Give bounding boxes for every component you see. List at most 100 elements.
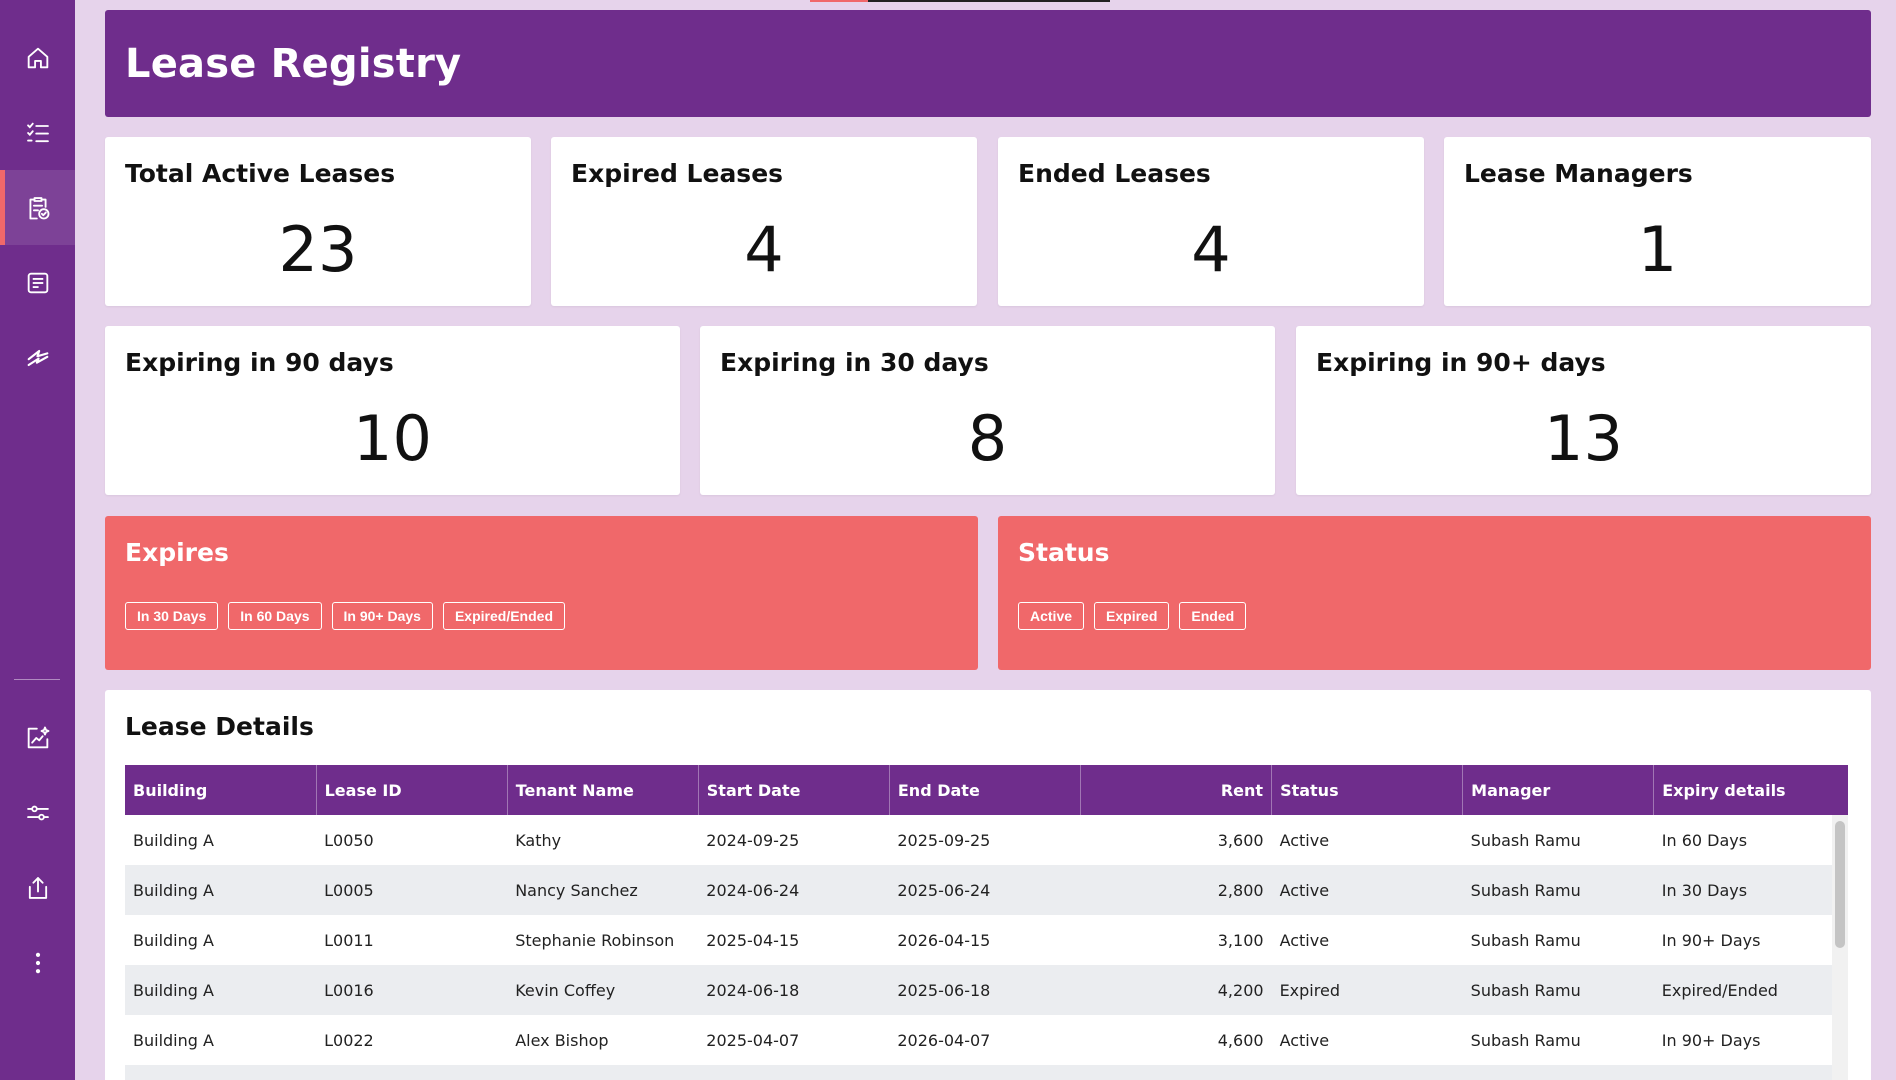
expires-filter-panel: Expires In 30 Days In 60 Days In 90+ Day… <box>105 516 978 670</box>
cell-status: Expired <box>1271 965 1463 1015</box>
cell-status: Active <box>1279 1030 1330 1050</box>
cell-manager: Subash Ramu <box>1462 865 1654 915</box>
table-row[interactable]: Building A L0050 Kathy 2024-09-25 2025-09-25… <box>125 815 1848 865</box>
cell-rent: 2,800 <box>1080 865 1272 915</box>
table-row[interactable]: Building A L0011 Stephanie Robinson 2025-04… <box>125 915 1848 965</box>
column-header-lease-id[interactable]: Lease ID <box>316 765 508 815</box>
chip-expired[interactable]: Expired <box>1094 602 1170 630</box>
cell-manager: Subash Ramu <box>1470 1030 1581 1050</box>
cell-building <box>125 1065 317 1080</box>
table-row[interactable] <box>125 1065 1848 1080</box>
cell-expiry-details: In 30 Days <box>1653 865 1848 915</box>
cell-tenant-name: Stephanie Robinson <box>515 930 675 950</box>
chip-in-60-days[interactable]: In 60 Days <box>228 602 322 630</box>
cell-building: Building A <box>133 1030 214 1050</box>
table-scrollbar-thumb[interactable] <box>1835 821 1845 948</box>
chip-ended[interactable]: Ended <box>1179 602 1247 630</box>
cell-rent: 3,100 <box>1217 930 1264 950</box>
table-row[interactable]: Building A L0005 Nancy Sanchez 2024-06-24 20… <box>125 865 1848 915</box>
document-list-icon <box>27 272 48 293</box>
lease-table: Building Lease ID Tenant Name Start Date… <box>125 765 1848 1080</box>
nav-documents[interactable] <box>0 245 75 320</box>
kpi-value: 13 <box>1544 402 1623 475</box>
kpi-expiring-90-plus-days: Expiring in 90+ days 13 <box>1296 326 1871 495</box>
chip-in-90-plus-days[interactable]: In 90+ Days <box>331 602 433 630</box>
cell-building: Building A <box>133 930 214 950</box>
cell-end-date <box>889 1065 1081 1080</box>
home-icon <box>27 47 48 68</box>
column-header-tenant-name[interactable]: Tenant Name <box>507 765 699 815</box>
cell-rent <box>1080 1065 1272 1080</box>
checklist-icon <box>26 122 49 142</box>
clipboard-check-icon <box>28 196 49 219</box>
column-header-building[interactable]: Building <box>125 765 317 815</box>
cell-building: Building A <box>125 865 317 915</box>
cell-manager: Subash Ramu <box>1462 965 1654 1015</box>
kpi-lease-managers: Lease Managers 1 <box>1444 137 1871 306</box>
cell-manager: Subash Ramu <box>1470 830 1581 850</box>
chip-in-30-days[interactable]: In 30 Days <box>125 602 219 630</box>
expires-filter-title: Expires <box>125 538 229 567</box>
nav-home[interactable] <box>0 20 75 95</box>
kpi-ended-leases: Ended Leases 4 <box>998 137 1424 306</box>
cell-start-date <box>698 1065 890 1080</box>
nav-share[interactable] <box>0 850 75 925</box>
lease-details-title: Lease Details <box>125 712 314 741</box>
column-header-start-date[interactable]: Start Date <box>698 765 890 815</box>
nav-more[interactable] <box>0 925 75 1000</box>
table-row[interactable]: Building A L0022 Alex Bishop 2025-04-07 2026… <box>125 1015 1848 1065</box>
column-header-end-date[interactable]: End Date <box>889 765 1081 815</box>
cell-lease-id: L0005 <box>316 865 508 915</box>
table-row[interactable]: Building A L0016 Kevin Coffey 2024-06-18 202… <box>125 965 1848 1015</box>
cell-expiry-details <box>1653 1065 1848 1080</box>
cell-rent: 3,600 <box>1217 830 1264 850</box>
cell-end-date: 2025-06-18 <box>889 965 1081 1015</box>
nav-leases[interactable] <box>0 170 75 245</box>
status-filter-chips: Active Expired Ended <box>1018 602 1247 630</box>
cell-lease-id <box>316 1065 508 1080</box>
kpi-label: Ended Leases <box>1018 159 1211 188</box>
column-header-manager[interactable]: Manager <box>1462 765 1655 815</box>
cell-start-date: 2025-04-07 <box>706 1030 800 1050</box>
cell-tenant-name: Alex Bishop <box>515 1030 609 1050</box>
nav-checklist[interactable] <box>0 95 75 170</box>
sliders-icon <box>26 805 49 820</box>
column-header-status[interactable]: Status <box>1271 765 1464 815</box>
column-header-expiry-details[interactable]: Expiry details <box>1653 765 1848 815</box>
cell-building: Building A <box>125 965 317 1015</box>
share-icon <box>28 876 47 899</box>
cell-building: Building A <box>133 830 214 850</box>
expires-filter-chips: In 30 Days In 60 Days In 90+ Days Expire… <box>125 602 565 630</box>
cell-lease-id: L0011 <box>324 930 374 950</box>
cell-end-date: 2025-06-24 <box>889 865 1081 915</box>
chip-active[interactable]: Active <box>1018 602 1085 630</box>
cell-lease-id: L0016 <box>316 965 508 1015</box>
status-filter-panel: Status Active Expired Ended <box>998 516 1871 670</box>
nav-filters[interactable] <box>0 775 75 850</box>
cell-start-date: 2024-06-18 <box>698 965 890 1015</box>
cell-status: Active <box>1271 865 1463 915</box>
kpi-expiring-90-days: Expiring in 90 days 10 <box>105 326 680 495</box>
table-header-row: Building Lease ID Tenant Name Start Date… <box>125 765 1848 815</box>
kpi-label: Expiring in 30 days <box>720 348 989 377</box>
kpi-expired-leases: Expired Leases 4 <box>551 137 977 306</box>
page-header: Lease Registry <box>105 10 1871 117</box>
kpi-label: Lease Managers <box>1464 159 1693 188</box>
kpi-value: 23 <box>278 213 358 286</box>
cell-status: Active <box>1279 830 1330 850</box>
nav-insights[interactable] <box>0 700 75 775</box>
cell-start-date: 2024-06-24 <box>698 865 890 915</box>
kpi-value: 4 <box>744 213 784 286</box>
nav-automation[interactable] <box>0 320 75 395</box>
kpi-expiring-30-days: Expiring in 30 days 8 <box>700 326 1275 495</box>
cell-status: Active <box>1279 930 1330 950</box>
kpi-label: Expiring in 90+ days <box>1316 348 1606 377</box>
cell-start-date: 2025-04-15 <box>706 930 800 950</box>
column-header-rent[interactable]: Rent <box>1080 765 1273 815</box>
chip-expired-ended[interactable]: Expired/Ended <box>442 602 565 630</box>
kpi-label: Expired Leases <box>571 159 784 188</box>
lease-details-section: Lease Details Building Lease ID Tenant N… <box>105 690 1871 1080</box>
more-vertical-icon <box>35 952 40 973</box>
cell-end-date: 2025-09-25 <box>897 830 991 850</box>
kpi-value: 10 <box>353 402 432 475</box>
